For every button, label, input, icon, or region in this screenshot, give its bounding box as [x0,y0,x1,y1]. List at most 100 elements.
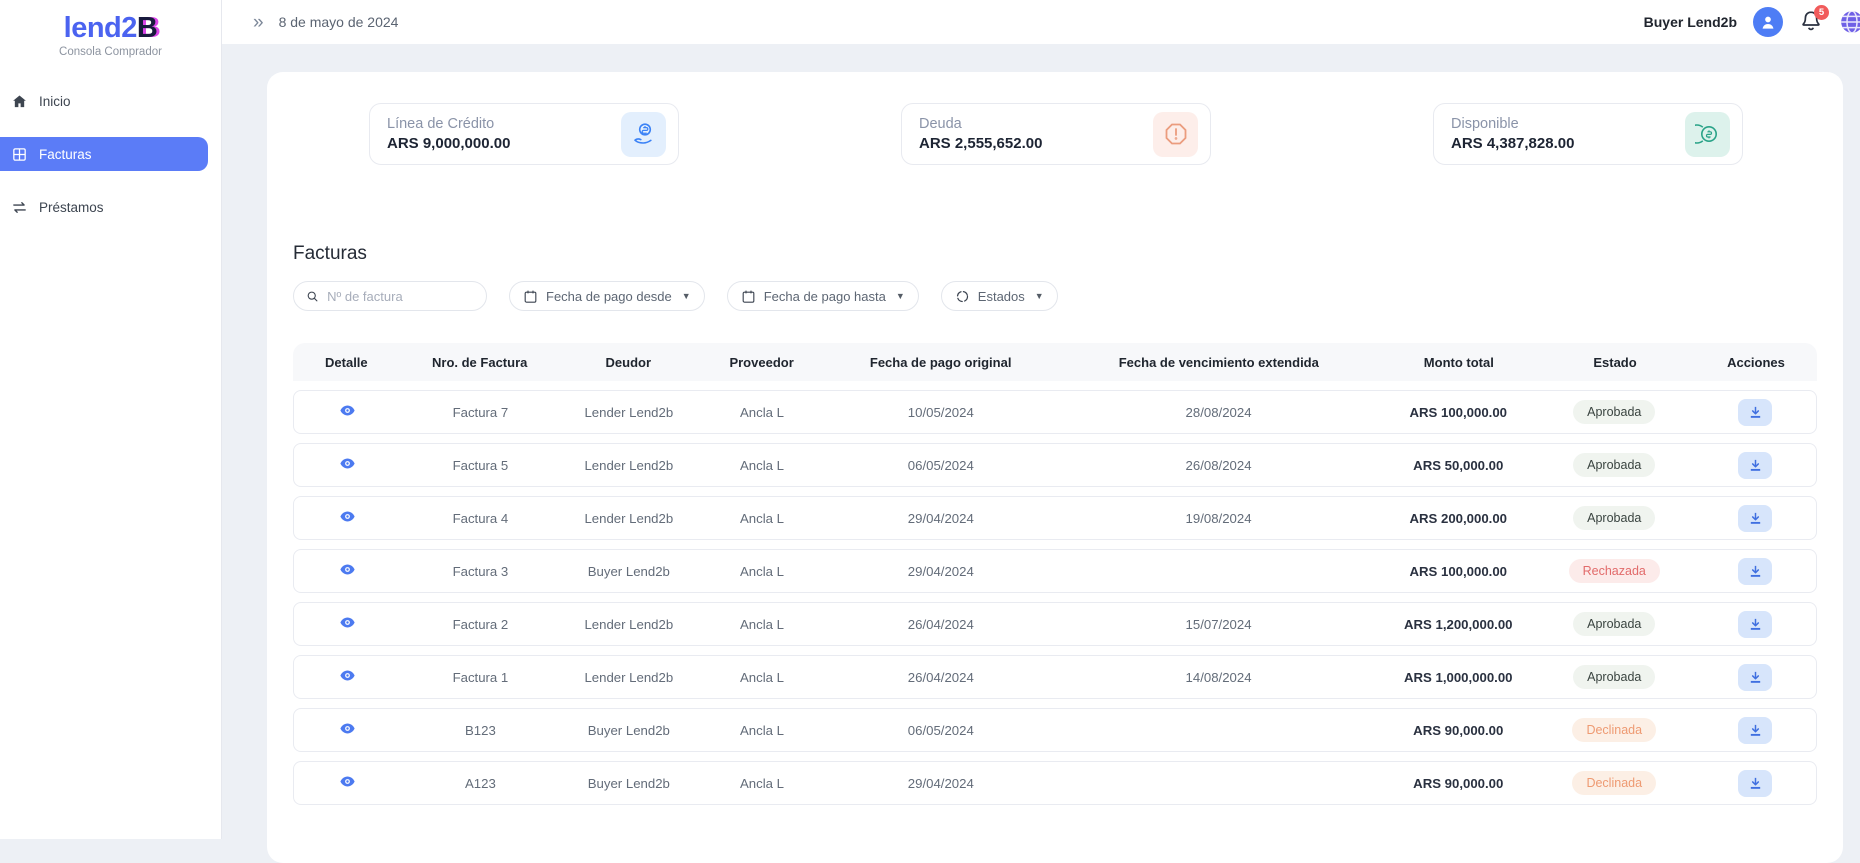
view-detail-button[interactable] [339,720,356,737]
invoice-number: Factura 3 [401,564,561,579]
original-payment-date: 26/04/2024 [827,670,1055,685]
original-payment-date: 29/04/2024 [827,776,1055,791]
filter-date-from-label: Fecha de pago desde [546,289,672,304]
provider: Ancla L [697,564,826,579]
download-button[interactable] [1738,505,1772,532]
total-amount: ARS 200,000.00 [1382,511,1534,526]
original-payment-date: 26/04/2024 [827,617,1055,632]
download-button[interactable] [1738,452,1772,479]
debtor: Buyer Lend2b [560,776,697,791]
filters-bar: Fecha de pago desde ▼ Fecha de pago hast… [293,281,1817,311]
total-amount: ARS 90,000.00 [1382,723,1534,738]
sidebar-item-label: Facturas [39,147,92,162]
card-value: ARS 4,387,828.00 [1451,135,1574,152]
view-detail-button[interactable] [339,614,356,631]
home-icon [11,93,28,110]
total-amount: ARS 100,000.00 [1382,564,1534,579]
invoice-search-input[interactable] [327,289,474,304]
swap-arrows-icon [11,199,28,216]
logo-text-accent: B [137,12,157,44]
sidebar-collapse-icon[interactable]: » [253,13,264,32]
user-name: Buyer Lend2b [1644,14,1737,30]
view-detail-button[interactable] [339,773,356,790]
view-detail-button[interactable] [339,402,356,419]
page-title: Facturas [293,243,1817,265]
column-header: Estado [1535,355,1695,370]
main-panel: Línea de Crédito ARS 9,000,000.00 DeudaARS… [267,72,1843,863]
status-badge: Declinada [1572,718,1656,742]
eye-icon [339,561,356,578]
download-icon [1748,776,1763,791]
sidebar-item-inicio[interactable]: Inicio [0,84,208,118]
sidebar-item-facturas[interactable]: Facturas [0,137,208,171]
sidebar-nav: Inicio Facturas Préstamos [0,84,221,224]
view-detail-button[interactable] [339,455,356,472]
total-amount: ARS 1,000,000.00 [1382,670,1534,685]
filter-date-to[interactable]: Fecha de pago hasta ▼ [727,281,919,311]
invoices-table-header: DetalleNro. de FacturaDeudorProveedorFec… [293,343,1817,381]
alert-octagon-icon [1153,112,1198,157]
original-payment-date: 29/04/2024 [827,511,1055,526]
view-detail-button[interactable] [339,508,356,525]
column-header: Fecha de pago original [826,355,1055,370]
download-button[interactable] [1738,770,1772,797]
provider: Ancla L [697,776,826,791]
summary-cards: Línea de Crédito ARS 9,000,000.00 DeudaARS… [369,103,1743,165]
download-icon [1748,723,1763,738]
card-label: Línea de Crédito [387,116,510,132]
view-detail-button[interactable] [339,667,356,684]
download-icon [1748,564,1763,579]
table-row: Factura 5 Lender Lend2b Ancla L 06/05/20… [293,443,1817,487]
brand-logo: lend2B Consola Comprador [0,0,221,58]
invoice-number: Factura 5 [401,458,561,473]
extended-due-date: 28/08/2024 [1055,405,1382,420]
download-button[interactable] [1738,558,1772,585]
extended-due-date: 19/08/2024 [1055,511,1382,526]
eye-icon [339,667,356,684]
language-globe-button[interactable] [1839,9,1860,35]
download-button[interactable] [1738,611,1772,638]
chevron-down-icon: ▼ [682,291,691,301]
current-date: 8 de mayo de 2024 [279,14,399,30]
column-header: Detalle [293,355,400,370]
invoice-number: Factura 4 [401,511,561,526]
filter-date-from[interactable]: Fecha de pago desde ▼ [509,281,705,311]
chevron-down-icon: ▼ [1035,291,1044,301]
status-circle-icon [955,289,970,304]
download-button[interactable] [1738,399,1772,426]
user-avatar[interactable] [1753,7,1783,37]
card-value: ARS 9,000,000.00 [387,135,510,152]
status-badge: Rechazada [1569,559,1660,583]
column-header: Fecha de vencimiento extendida [1055,355,1383,370]
download-button[interactable] [1738,717,1772,744]
summary-card: DeudaARS 2,555,652.00 [901,103,1211,165]
eye-icon [339,402,356,419]
card-value: ARS 2,555,652.00 [919,135,1042,152]
console-subtitle: Consola Comprador [0,46,221,58]
eye-icon [339,720,356,737]
notification-count-badge: 5 [1814,5,1829,20]
download-icon [1748,617,1763,632]
status-badge: Declinada [1572,771,1656,795]
invoice-search[interactable] [293,281,487,311]
original-payment-date: 10/05/2024 [827,405,1055,420]
calendar-icon [523,289,538,304]
person-icon [1758,12,1778,32]
table-row: Factura 2 Lender Lend2b Ancla L 26/04/20… [293,602,1817,646]
download-button[interactable] [1738,664,1772,691]
extended-due-date: 14/08/2024 [1055,670,1382,685]
column-header: Deudor [560,355,697,370]
filter-date-to-label: Fecha de pago hasta [764,289,886,304]
eye-icon [339,773,356,790]
download-icon [1748,670,1763,685]
filter-states-label: Estados [978,289,1025,304]
sidebar-item-prestamos[interactable]: Préstamos [0,190,208,224]
grid-icon [11,146,28,163]
summary-card: Línea de Crédito ARS 9,000,000.00 [369,103,679,165]
filter-states[interactable]: Estados ▼ [941,281,1058,311]
table-row: Factura 3 Buyer Lend2b Ancla L 29/04/202… [293,549,1817,593]
view-detail-button[interactable] [339,561,356,578]
notifications-button[interactable]: 5 [1799,9,1823,35]
invoice-number: Factura 2 [401,617,561,632]
sidebar-item-label: Inicio [39,94,71,109]
